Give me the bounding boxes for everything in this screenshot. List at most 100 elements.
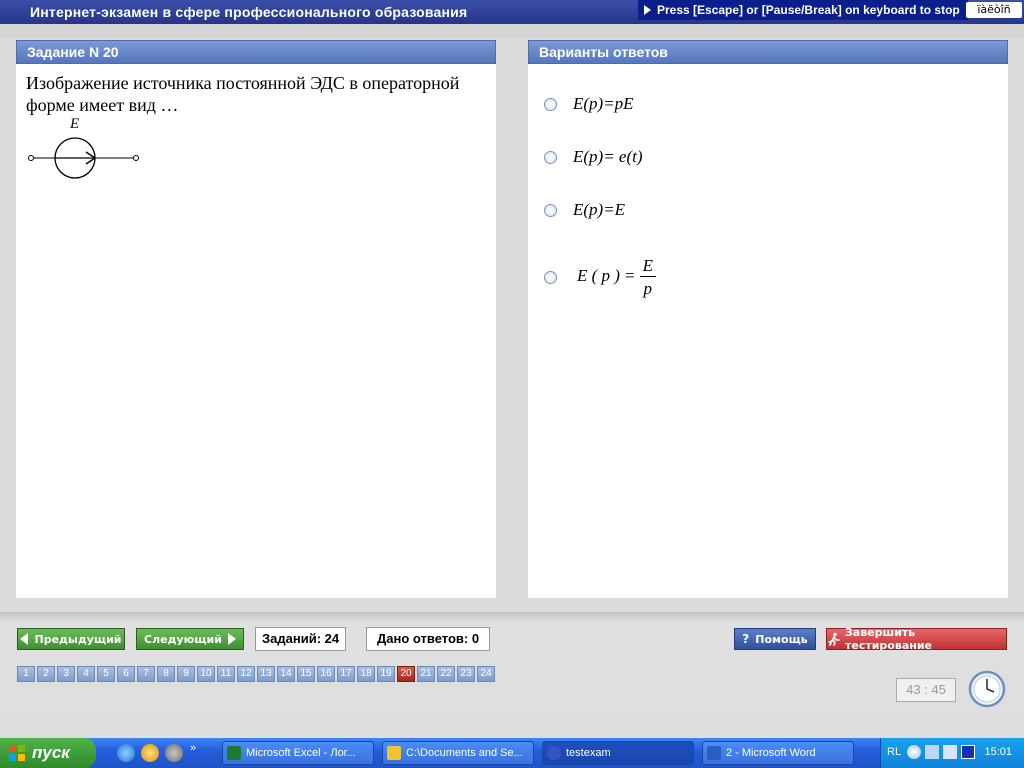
page-number-button[interactable]: 8 (157, 666, 175, 682)
quicklaunch-app-icon[interactable] (165, 744, 183, 762)
page-number-strip: 1 2 3 4 5 6 7 8 9 10 11 12 13 14 15 16 17 18 19 20 21 22 23 24 (17, 666, 497, 682)
page-number-button[interactable]: 21 (417, 666, 435, 682)
page-number-button[interactable]: 1 (17, 666, 35, 682)
emf-source-diagram: E (28, 116, 139, 179)
tray-player-icon[interactable] (961, 745, 975, 759)
quicklaunch-expand-icon[interactable]: » (190, 742, 196, 754)
language-box: ïàëòîñ (966, 2, 1022, 18)
tray-collapse-icon[interactable] (907, 745, 921, 759)
page-number-button[interactable]: 4 (77, 666, 95, 682)
task-excel[interactable]: Microsoft Excel - Лог... (222, 741, 374, 765)
help-label: Помощь (755, 632, 808, 646)
page-number-button[interactable]: 13 (257, 666, 275, 682)
testexam-icon (547, 746, 561, 760)
page-number-button[interactable]: 10 (197, 666, 215, 682)
fraction-denominator: p (643, 279, 653, 298)
word-icon (707, 746, 721, 760)
next-label: Следующий (144, 632, 222, 646)
windows-taskbar: пуск » Microsoft Excel - Лог... C:\Docum… (0, 738, 1024, 768)
clock-icon (968, 670, 1006, 708)
page-number-button[interactable]: 18 (357, 666, 375, 682)
page-number-button[interactable]: 11 (217, 666, 235, 682)
system-tray: RL 15:01 (880, 738, 1024, 768)
page-number-button[interactable]: 24 (477, 666, 495, 682)
answer-formula: E(p)=E (573, 200, 626, 219)
escape-hint-bar: Press [Escape] or [Pause/Break] on keybo… (638, 0, 968, 20)
countdown-timer: 43 : 45 (896, 678, 956, 702)
page-number-button[interactable]: 19 (377, 666, 395, 682)
answer-option-1[interactable]: E(p)=pE (544, 94, 634, 114)
task-explorer[interactable]: C:\Documents and Se... (382, 741, 534, 765)
question-text: Изображение источника постоянной ЭДС в о… (26, 73, 460, 115)
radio-button[interactable] (544, 150, 557, 164)
page-number-button[interactable]: 5 (97, 666, 115, 682)
terminal-left (28, 155, 34, 161)
excel-icon (227, 746, 241, 760)
start-button[interactable]: пуск (0, 738, 96, 768)
answer-formula: E(p)=pE (573, 94, 634, 113)
radio-button[interactable] (544, 97, 557, 111)
escape-hint-text: Press [Escape] or [Pause/Break] on keybo… (657, 3, 960, 17)
internet-explorer-icon[interactable] (117, 744, 135, 762)
answer-option-2[interactable]: E(p)= e(t) (544, 147, 643, 167)
answers-header: Варианты ответов (528, 40, 1008, 64)
formula-fraction: Ep (639, 256, 656, 298)
formula-equals: = (624, 265, 635, 285)
title-strip (0, 24, 1024, 38)
arrow-left-icon (20, 633, 29, 645)
page-number-button[interactable]: 12 (237, 666, 255, 682)
page-number-button[interactable]: 2 (37, 666, 55, 682)
task-label: testexam (566, 747, 611, 759)
diagram-label: E (69, 116, 79, 132)
page-number-button[interactable]: 15 (297, 666, 315, 682)
app-title-bar: Интернет-экзамен в сфере профессионально… (0, 0, 1024, 24)
tray-media-icon[interactable] (925, 745, 939, 759)
task-label: Microsoft Excel - Лог... (246, 747, 356, 759)
page-number-button[interactable]: 9 (177, 666, 195, 682)
page-number-button[interactable]: 20 (397, 666, 415, 682)
question-panel: Задание N 20 Изображение источника посто… (16, 40, 496, 598)
answer-option-4[interactable]: E ( p ) = Ep (544, 256, 656, 298)
finish-test-button[interactable]: Завершить тестирование (826, 626, 1007, 652)
page-number-button[interactable]: 23 (457, 666, 475, 682)
page-number-button[interactable]: 3 (57, 666, 75, 682)
previous-button[interactable]: Предыдущий (17, 628, 125, 650)
taskbar-clock: 15:01 (984, 746, 1012, 758)
task-word[interactable]: 2 - Microsoft Word (702, 741, 854, 765)
play-arrow-icon (644, 5, 651, 15)
help-question-icon: ? (742, 632, 750, 646)
radio-button[interactable] (544, 203, 557, 217)
answer-option-3[interactable]: E(p)=E (544, 200, 625, 220)
question-header: Задание N 20 (16, 40, 496, 64)
page-number-button[interactable]: 16 (317, 666, 335, 682)
app-title: Интернет-экзамен в сфере профессионально… (30, 4, 468, 20)
answer-formula: E ( p ) = Ep (577, 256, 656, 298)
page-number-button[interactable]: 6 (117, 666, 135, 682)
page-number-button[interactable]: 7 (137, 666, 155, 682)
answers-panel: Варианты ответов E(p)=pE E(p)= e(t) E(p)… (528, 40, 1008, 598)
terminal-right (133, 155, 139, 161)
tray-network-icon[interactable] (943, 745, 957, 759)
running-man-icon (828, 632, 840, 646)
next-button[interactable]: Следующий (136, 628, 244, 650)
finish-label: Завершить тестирование (844, 626, 933, 652)
start-label: пуск (32, 743, 70, 762)
arrow-right-icon (227, 633, 236, 645)
page-number-button[interactable]: 14 (277, 666, 295, 682)
task-label: 2 - Microsoft Word (726, 747, 816, 759)
radio-button[interactable] (544, 270, 557, 284)
keyboard-language-indicator[interactable]: RL (887, 746, 901, 758)
task-label: C:\Documents and Se... (406, 747, 523, 759)
previous-label: Предыдущий (34, 632, 122, 646)
windows-flag-icon (9, 745, 25, 761)
page-number-button[interactable]: 22 (437, 666, 455, 682)
task-testexam[interactable]: testexam (542, 741, 694, 765)
total-tasks-counter: Заданий: 24 (255, 627, 347, 651)
folder-icon (387, 746, 401, 760)
formula-lhs: E ( p ) (577, 265, 620, 285)
answer-formula: E(p)= e(t) (573, 147, 643, 166)
page-number-button[interactable]: 17 (337, 666, 355, 682)
media-player-icon[interactable] (141, 744, 159, 762)
answered-counter: Дано ответов: 0 (366, 627, 491, 651)
help-button[interactable]: ? Помощь (734, 628, 816, 650)
